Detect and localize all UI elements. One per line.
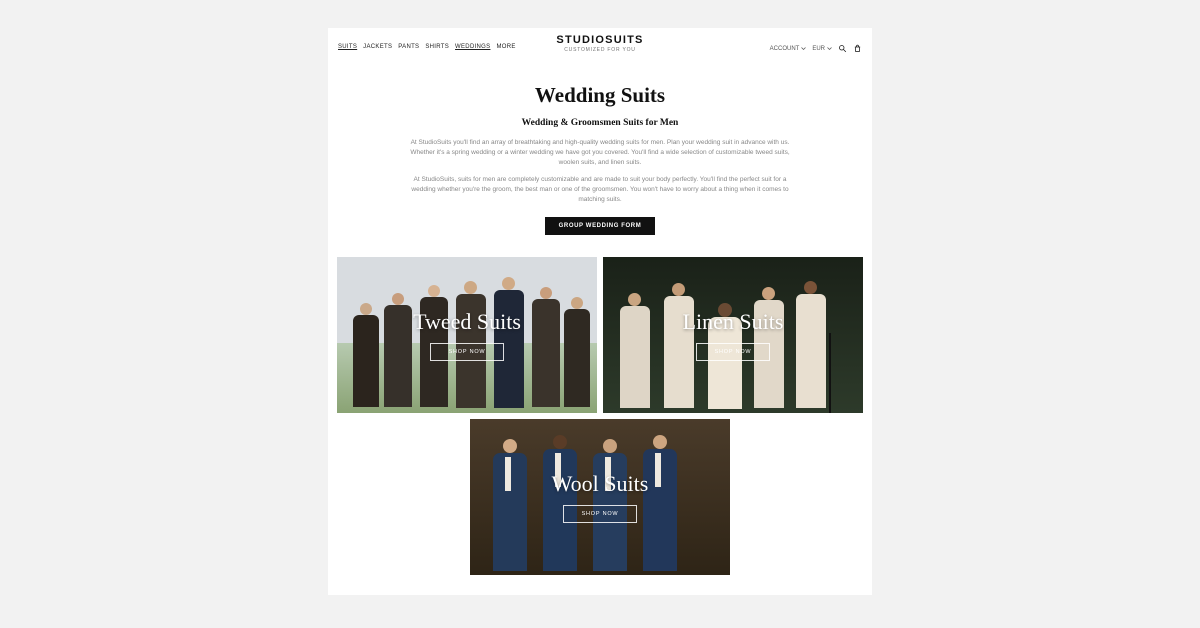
card-bg <box>603 257 863 413</box>
shop-now-button[interactable]: SHOP NOW <box>696 343 771 361</box>
account-dropdown[interactable]: ACCOUNT <box>770 46 807 52</box>
card-linen[interactable]: Linen Suits SHOP NOW <box>603 257 863 413</box>
currency-label: EUR <box>812 46 825 52</box>
hero: Wedding Suits Wedding & Groomsmen Suits … <box>328 57 872 247</box>
card-wool[interactable]: Wool Suits SHOP NOW <box>470 419 730 575</box>
card-bg <box>470 419 730 575</box>
shop-now-button[interactable]: SHOP NOW <box>563 505 638 523</box>
account-label: ACCOUNT <box>770 46 800 52</box>
intro-paragraph-2: At StudioSuits, suits for men are comple… <box>376 175 824 204</box>
nav-weddings[interactable]: WEDDINGS <box>455 44 490 50</box>
group-wedding-button[interactable]: GROUP WEDDING FORM <box>545 217 656 235</box>
header-right: ACCOUNT EUR <box>770 44 862 53</box>
nav-suits[interactable]: SUITS <box>338 44 357 50</box>
header: SUITS JACKETS PANTS SHIRTS WEDDINGS MORE… <box>328 28 872 57</box>
chevron-down-icon <box>801 46 806 51</box>
brand-tagline: CUSTOMIZED FOR YOU <box>556 47 643 53</box>
card-title: Linen Suits <box>683 309 784 335</box>
bag-icon[interactable] <box>853 44 862 53</box>
chevron-down-icon <box>827 46 832 51</box>
card-title: Wool Suits <box>552 471 649 497</box>
search-icon[interactable] <box>838 44 847 53</box>
nav-more[interactable]: MORE <box>496 44 515 50</box>
brand[interactable]: STUDIOSUITS CUSTOMIZED FOR YOU <box>556 34 643 53</box>
main-nav: SUITS JACKETS PANTS SHIRTS WEDDINGS MORE <box>338 44 516 50</box>
page-title: Wedding Suits <box>376 83 824 108</box>
card-title: Tweed Suits <box>413 309 521 335</box>
nav-pants[interactable]: PANTS <box>398 44 419 50</box>
card-bg <box>337 257 597 413</box>
currency-dropdown[interactable]: EUR <box>812 46 832 52</box>
category-cards: Tweed Suits SHOP NOW <box>328 247 872 595</box>
brand-name: STUDIOSUITS <box>556 34 643 46</box>
card-tweed[interactable]: Tweed Suits SHOP NOW <box>337 257 597 413</box>
shop-now-button[interactable]: SHOP NOW <box>430 343 505 361</box>
nav-jackets[interactable]: JACKETS <box>363 44 392 50</box>
nav-shirts[interactable]: SHIRTS <box>425 44 449 50</box>
page: SUITS JACKETS PANTS SHIRTS WEDDINGS MORE… <box>328 28 872 595</box>
page-subtitle: Wedding & Groomsmen Suits for Men <box>376 118 824 128</box>
intro-paragraph-1: At StudioSuits you'll find an array of b… <box>376 138 824 167</box>
